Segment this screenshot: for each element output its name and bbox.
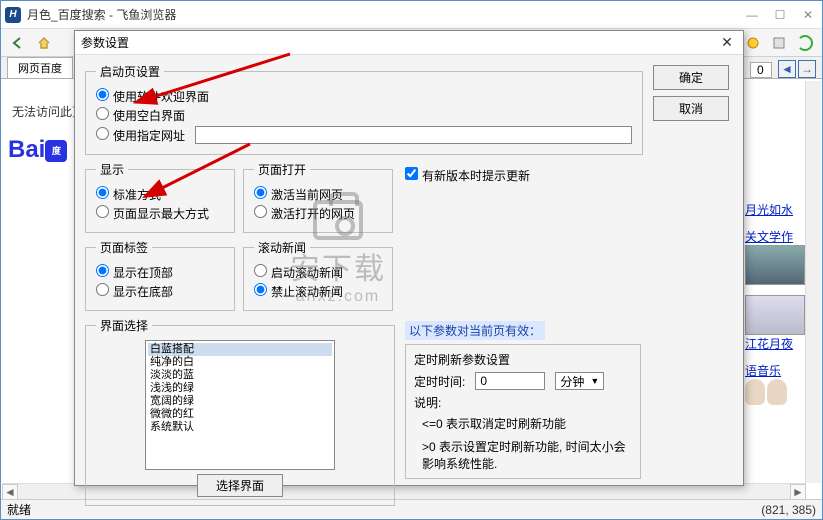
pageopen-legend: 页面打开 xyxy=(254,161,310,178)
window-title: 月色_百度搜索 - 飞鱼浏览器 xyxy=(27,6,738,23)
minimize-button[interactable]: — xyxy=(738,4,766,26)
tool-button-2[interactable] xyxy=(768,32,790,54)
tab-baidu[interactable]: 网页百度 xyxy=(7,57,73,78)
startup-radio-url[interactable] xyxy=(96,127,109,140)
skin-item[interactable]: 白蓝搭配 xyxy=(148,343,332,356)
refresh-unit-select[interactable]: 分钟▼ xyxy=(555,372,604,390)
pageopen-radio-opened[interactable] xyxy=(254,205,267,218)
skin-item[interactable]: 浅浅的绿 xyxy=(148,382,332,395)
baidu-logo: Bai度 xyxy=(8,136,67,164)
refresh-box: 定时刷新参数设置 定时时间: 分钟▼ 说明: <=0 表示取消定时刷新功能 >0… xyxy=(405,344,641,479)
refresh-time-label: 定时时间: xyxy=(414,373,465,390)
blocked-count: 0 xyxy=(750,62,772,78)
dialog-title: 参数设置 xyxy=(81,34,717,51)
display-legend: 显示 xyxy=(96,161,128,178)
home-button[interactable] xyxy=(33,32,55,54)
settings-dialog: 参数设置 ✕ 启动页设置 使用软件欢迎界面 使用空白界面 使用指定网址 显示 标… xyxy=(74,30,744,486)
pagetab-radio-top[interactable] xyxy=(96,264,109,277)
update-checkbox-label[interactable]: 有新版本时提示更新 xyxy=(405,169,530,183)
maximize-button[interactable]: ☐ xyxy=(766,4,794,26)
vertical-scrollbar[interactable] xyxy=(805,81,821,483)
display-opt2[interactable]: 页面显示最大方式 xyxy=(96,205,209,222)
status-coords: (821, 385) xyxy=(761,503,816,517)
skin-select-button[interactable]: 选择界面 xyxy=(197,474,283,497)
scrollnews-radio-disable[interactable] xyxy=(254,283,267,296)
back-button[interactable] xyxy=(7,32,29,54)
close-button[interactable]: ✕ xyxy=(794,4,822,26)
tool-button-1[interactable] xyxy=(742,32,764,54)
refresh-box-title: 定时刷新参数设置 xyxy=(414,351,632,368)
pageopen-radio-current[interactable] xyxy=(254,186,267,199)
main-titlebar: H 月色_百度搜索 - 飞鱼浏览器 — ☐ ✕ xyxy=(1,1,822,29)
refresh-desc-label: 说明: xyxy=(414,394,632,411)
cancel-button[interactable]: 取消 xyxy=(653,96,729,121)
nav-prev-button[interactable]: ◄ xyxy=(778,60,796,78)
scrollnews-radio-enable[interactable] xyxy=(254,264,267,277)
scrollnews-opt2[interactable]: 禁止滚动新闻 xyxy=(254,283,343,300)
display-fieldset: 显示 标准方式 页面显示最大方式 xyxy=(85,161,235,233)
paw-icon: 度 xyxy=(45,140,67,162)
scroll-right-icon[interactable]: ► xyxy=(790,484,806,500)
thumb-1 xyxy=(745,245,805,285)
pagetab-opt1[interactable]: 显示在顶部 xyxy=(96,264,173,281)
refresh-header: 以下参数对当前页有效： xyxy=(405,321,545,340)
skin-legend: 界面选择 xyxy=(96,317,152,334)
pagetab-fieldset: 页面标签 显示在顶部 显示在底部 xyxy=(85,239,235,311)
skin-fieldset: 界面选择 白蓝搭配纯净的白淡淡的蓝浅浅的绿宽阔的绿微微的红系统默认 选择界面 xyxy=(85,317,395,506)
refresh-desc2: >0 表示设置定时刷新功能, 时间太小会影响系统性能. xyxy=(422,438,632,472)
dialog-close-button[interactable]: ✕ xyxy=(717,34,737,52)
display-radio-max[interactable] xyxy=(96,205,109,218)
scrollnews-opt1[interactable]: 启动滚动新闻 xyxy=(254,264,343,281)
reload-button[interactable] xyxy=(794,32,816,54)
display-opt1[interactable]: 标准方式 xyxy=(96,186,161,203)
skin-item[interactable]: 淡淡的蓝 xyxy=(148,369,332,382)
pagetab-radio-bottom[interactable] xyxy=(96,283,109,296)
scrollnews-fieldset: 滚动新闻 启动滚动新闻 禁止滚动新闻 xyxy=(243,239,393,311)
pagetab-legend: 页面标签 xyxy=(96,239,152,256)
update-checkbox[interactable] xyxy=(405,167,418,180)
pageopen-opt1[interactable]: 激活当前网页 xyxy=(254,186,343,203)
refresh-time-input[interactable] xyxy=(475,372,545,390)
startup-radio-blank[interactable] xyxy=(96,107,109,120)
reload-icon xyxy=(797,35,813,51)
ok-button[interactable]: 确定 xyxy=(653,65,729,90)
scrollnews-legend: 滚动新闻 xyxy=(254,239,310,256)
skin-item[interactable]: 微微的红 xyxy=(148,408,332,421)
app-icon: H xyxy=(5,7,21,23)
startup-radio-welcome[interactable] xyxy=(96,88,109,101)
startup-opt3[interactable]: 使用指定网址 xyxy=(96,127,185,144)
refresh-desc1: <=0 表示取消定时刷新功能 xyxy=(422,415,632,432)
nav-next-button[interactable]: → xyxy=(798,60,816,78)
skin-item[interactable]: 系统默认 xyxy=(148,421,332,434)
scroll-left-icon[interactable]: ◄ xyxy=(2,484,18,500)
display-radio-standard[interactable] xyxy=(96,186,109,199)
skin-item[interactable]: 宽阔的绿 xyxy=(148,395,332,408)
skin-listbox[interactable]: 白蓝搭配纯净的白淡淡的蓝浅浅的绿宽阔的绿微微的红系统默认 xyxy=(145,340,335,470)
pageopen-opt2[interactable]: 激活打开的网页 xyxy=(254,205,355,222)
status-text: 就绪 xyxy=(7,501,31,518)
startup-opt2[interactable]: 使用空白界面 xyxy=(96,107,185,124)
startup-url-input[interactable] xyxy=(195,126,632,144)
pageopen-fieldset: 页面打开 激活当前网页 激活打开的网页 xyxy=(243,161,393,233)
startup-opt1[interactable]: 使用软件欢迎界面 xyxy=(96,88,209,105)
chevron-down-icon: ▼ xyxy=(590,376,599,386)
thumb-2 xyxy=(745,295,805,335)
pagetab-opt2[interactable]: 显示在底部 xyxy=(96,283,173,300)
skin-item[interactable]: 纯净的白 xyxy=(148,356,332,369)
dialog-titlebar: 参数设置 ✕ xyxy=(75,31,743,55)
startup-fieldset: 启动页设置 使用软件欢迎界面 使用空白界面 使用指定网址 xyxy=(85,63,643,155)
startup-legend: 启动页设置 xyxy=(96,63,164,80)
